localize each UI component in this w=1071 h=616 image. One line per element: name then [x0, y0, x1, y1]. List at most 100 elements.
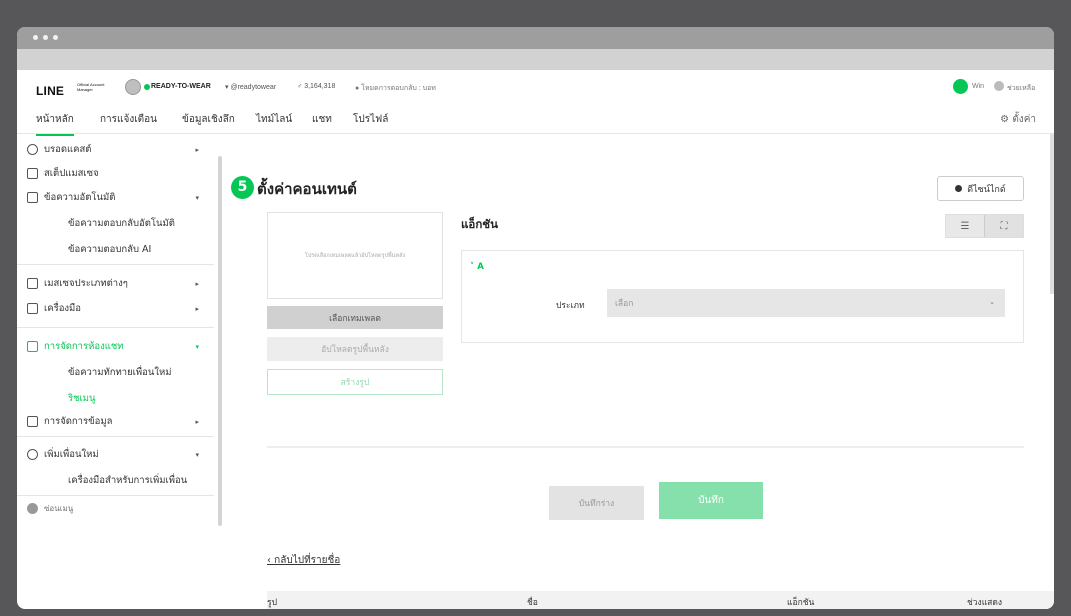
- upload-background-button[interactable]: อัปโหลดรูปพื้นหลัง: [267, 337, 443, 361]
- column-header-period[interactable]: ช่วงแสดง: [967, 595, 1002, 609]
- tab-chat[interactable]: แชท: [312, 112, 332, 134]
- design-guide-button[interactable]: ดีไซน์ไกด์: [937, 176, 1024, 201]
- sidebar-divider: [17, 436, 214, 437]
- sidebar-divider: [17, 327, 214, 328]
- account-name[interactable]: READY-TO-WEAR: [151, 83, 211, 90]
- list-view-icon[interactable]: ☰: [946, 215, 984, 237]
- sidebar-hide-menu[interactable]: ซ่อนเมนู: [27, 502, 207, 515]
- sidebar-item-label: เครื่องมือ: [44, 303, 82, 314]
- chevron-right-icon: ▸: [195, 417, 199, 426]
- tab-profile[interactable]: โปรไฟล์: [353, 112, 388, 134]
- logo-subtitle: Official Account Manager: [77, 82, 105, 92]
- action-section-title: แอ็กชัน: [461, 217, 498, 231]
- account-avatar-icon[interactable]: [125, 79, 141, 95]
- chat-room-icon: [27, 341, 38, 352]
- window-titlebar: [17, 27, 1054, 49]
- add-friend-icon: [27, 449, 38, 460]
- chevron-right-icon: ▸: [195, 304, 199, 313]
- verified-badge-icon: [144, 84, 150, 90]
- tab-home[interactable]: หน้าหลัก: [36, 112, 74, 136]
- image-preview: โปรดเลือกเทมเพลตแล้วอัปโหลดรูปพื้นหลัง: [267, 212, 443, 299]
- settings-link[interactable]: ⚙ ตั้งค่า: [1000, 112, 1036, 127]
- sidebar-item-step-message[interactable]: สเต็ปแมสเซจ: [27, 166, 207, 181]
- top-bar: LINE Official Account Manager READY-TO-W…: [17, 70, 1054, 110]
- create-image-button[interactable]: สร้างรูป: [267, 369, 443, 395]
- toolbox-icon: [27, 303, 38, 314]
- page-title: ตั้งค่าคอนเทนต์: [257, 180, 357, 198]
- tab-timeline[interactable]: ไทม์ไลน์: [256, 112, 292, 134]
- page-scrollbar[interactable]: [1050, 134, 1054, 294]
- sidebar-subitem-friend-tools[interactable]: เครื่องมือสำหรับการเพิ่มเพื่อน: [68, 473, 187, 488]
- back-to-list-link[interactable]: ‹ กลับไปที่รายชื่อ: [267, 553, 340, 568]
- sidebar-item-label: การจัดการห้องแชท: [44, 341, 124, 352]
- sidebar-item-chat-room[interactable]: การจัดการห้องแชท ▾: [27, 339, 207, 354]
- app-window: LINE Official Account Manager READY-TO-W…: [17, 27, 1054, 609]
- follower-count: ♂ 3,164,318: [297, 83, 336, 90]
- table-header: รูป ชื่อ แอ็กชัน ช่วงแสดง: [267, 591, 1054, 609]
- main-content: 5 ตั้งค่าคอนเทนต์ ดีไซน์ไกด์ โปรดเลือกเท…: [227, 134, 1054, 609]
- sidebar-divider: [17, 264, 214, 265]
- chevron-right-icon: ▸: [195, 145, 199, 154]
- type-label: ประเภท: [556, 301, 585, 311]
- auto-reply-icon: [27, 192, 38, 203]
- step-badge: 5: [231, 176, 254, 199]
- sidebar-item-label: ข้อความอัตโนมัติ: [44, 192, 116, 203]
- select-template-button[interactable]: เลือกเทมเพลต: [267, 306, 443, 329]
- type-select[interactable]: เลือก ⌄: [607, 289, 1005, 317]
- sidebar-subitem-rich-menu[interactable]: ริชเมนู: [68, 391, 96, 406]
- user-avatar[interactable]: [953, 79, 968, 94]
- save-draft-button[interactable]: บันทึกร่าง: [549, 486, 644, 520]
- window-controls: [33, 35, 58, 40]
- database-icon: [27, 416, 38, 427]
- step-icon: [27, 168, 38, 179]
- tab-insights[interactable]: ข้อมูลเชิงลึก: [182, 112, 235, 134]
- line-logo[interactable]: LINE: [36, 84, 64, 98]
- user-name[interactable]: Win: [972, 83, 984, 90]
- browser-bar: [17, 49, 1054, 70]
- sidebar-item-broadcast[interactable]: บรอดแคสต์ ▸: [27, 142, 207, 157]
- sidebar-item-label: ซ่อนเมนู: [44, 504, 74, 513]
- expand-view-icon[interactable]: ⛶: [984, 215, 1023, 237]
- chevron-down-icon: ▾: [195, 342, 199, 351]
- info-icon: [955, 185, 963, 192]
- main-nav: หน้าหลัก การแจ้งเตือน ข้อมูลเชิงลึก ไทม์…: [17, 110, 1054, 136]
- help-link[interactable]: ช่วยเหลือ: [1007, 83, 1035, 94]
- response-mode-status[interactable]: ● โหมดการตอบกลับ : บอท: [355, 83, 436, 94]
- plus-box-icon: [27, 278, 38, 289]
- sidebar-subitem-auto-reply[interactable]: ข้อความตอบกลับอัตโนมัติ: [68, 216, 175, 231]
- sidebar-item-add-friends[interactable]: เพิ่มเพื่อนใหม่ ▾: [27, 447, 207, 462]
- sidebar-item-auto-message[interactable]: ข้อความอัตโนมัติ ▾: [27, 190, 207, 205]
- view-toggle: ☰ ⛶: [945, 214, 1024, 238]
- chevron-down-icon: ⌄: [989, 298, 995, 306]
- sidebar-item-data[interactable]: การจัดการข้อมูล ▸: [27, 414, 207, 429]
- sidebar-item-tools[interactable]: เครื่องมือ ▸: [27, 301, 207, 316]
- minimize-dot[interactable]: [43, 35, 48, 40]
- sidebar-subitem-greeting[interactable]: ข้อความทักทายเพื่อนใหม่: [68, 365, 172, 380]
- tab-notifications[interactable]: การแจ้งเตือน: [100, 112, 157, 134]
- help-icon[interactable]: [994, 81, 1004, 91]
- maximize-dot[interactable]: [53, 35, 58, 40]
- chevron-right-icon: ▸: [195, 279, 199, 288]
- action-panel: ˅ A ประเภท เลือก ⌄: [461, 250, 1024, 343]
- sidebar-scrollbar[interactable]: [218, 156, 222, 526]
- sidebar-item-label: สเต็ปแมสเซจ: [44, 168, 99, 179]
- close-dot[interactable]: [33, 35, 38, 40]
- sidebar-item-label: เพิ่มเพื่อนใหม่: [44, 449, 99, 460]
- preview-hint: โปรดเลือกเทมเพลตแล้วอัปโหลดรูปพื้นหลัง: [304, 252, 406, 259]
- type-select-value: เลือก: [615, 299, 634, 309]
- sidebar-item-message-types[interactable]: เมสเซจประเภทต่างๆ ▸: [27, 276, 207, 291]
- sidebar-item-label: เมสเซจประเภทต่างๆ: [44, 278, 128, 289]
- column-header-action[interactable]: แอ็กชัน: [787, 595, 814, 609]
- sidebar-subitem-ai-reply[interactable]: ข้อความตอบกลับ AI: [68, 242, 151, 257]
- hide-menu-icon: [27, 503, 38, 514]
- chevron-down-icon: ▾: [195, 450, 199, 459]
- chevron-down-icon: ▾: [195, 193, 199, 202]
- column-header-image[interactable]: รูป: [267, 595, 277, 609]
- action-a-toggle[interactable]: ˅ A: [470, 262, 484, 272]
- section-divider: [267, 446, 1024, 448]
- broadcast-icon: [27, 144, 38, 155]
- account-id[interactable]: ▾ @readytowear: [225, 83, 276, 91]
- save-button[interactable]: บันทึก: [659, 482, 763, 519]
- column-header-name[interactable]: ชื่อ: [527, 595, 538, 609]
- design-guide-label: ดีไซน์ไกด์: [967, 183, 1006, 194]
